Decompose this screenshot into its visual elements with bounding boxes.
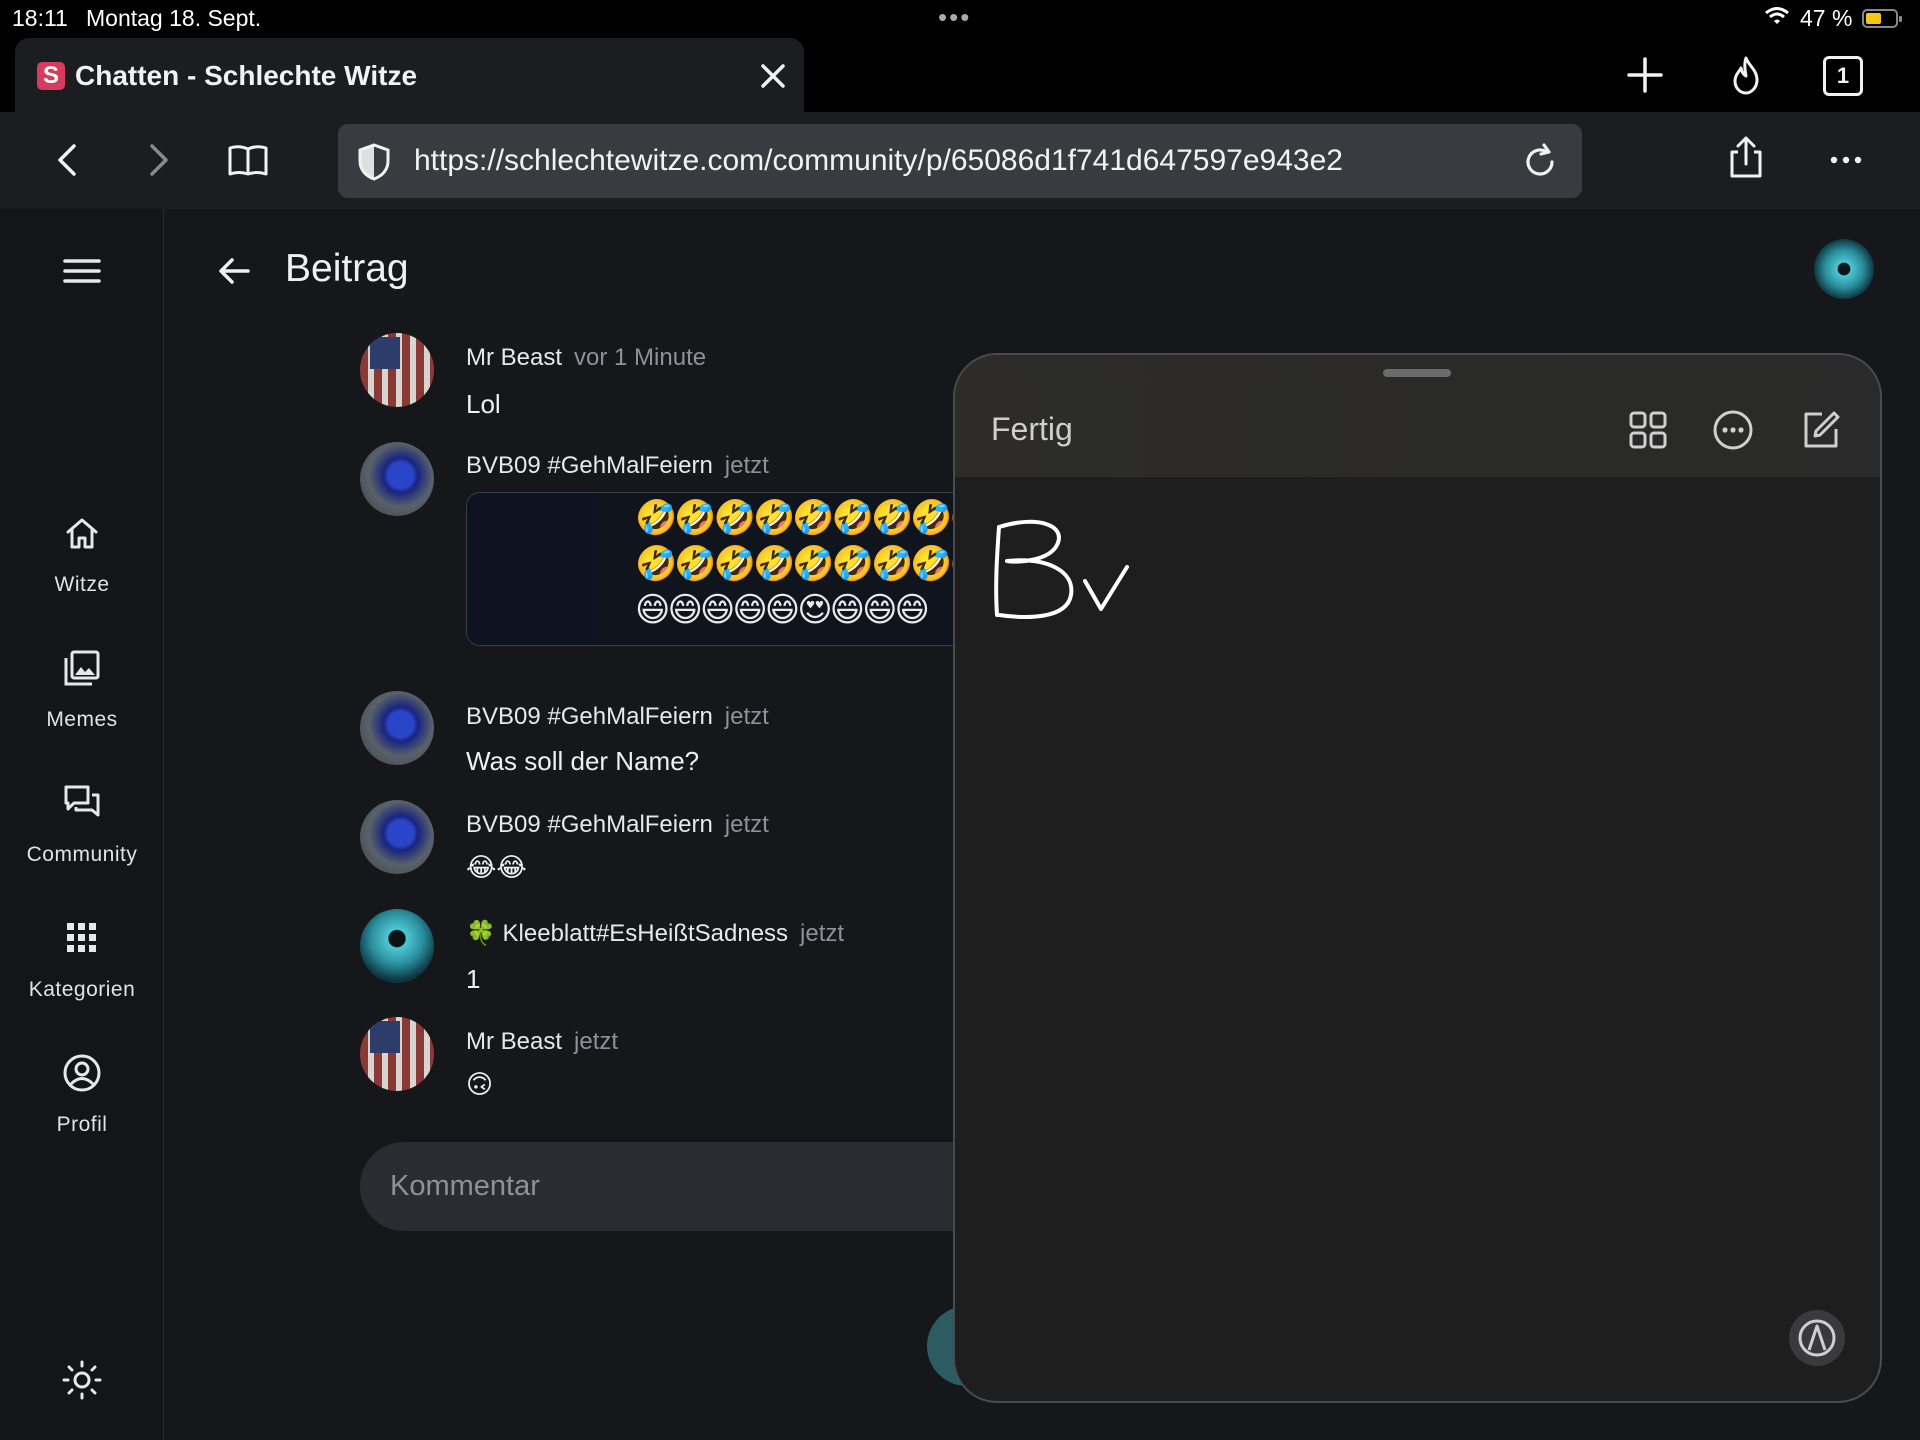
emoji-image-content: 🤣🤣🤣🤣🤣🤣🤣🤣🤣 🤣🤣🤣🤣🤣🤣🤣🤣🤣 😄😄😄😄😄😍😄😄😄 — [635, 495, 986, 633]
tab-strip: S Chatten - Schlechte Witze 1 — [0, 36, 1920, 114]
menu-icon[interactable] — [60, 253, 104, 289]
battery-percent: 47 % — [1800, 5, 1853, 31]
status-bar: 18:11 Montag 18. Sept. ••• 47 % — [0, 0, 1920, 36]
sidebar-item-profil[interactable]: Profil — [0, 1051, 164, 1161]
comment-input[interactable]: Kommentar — [360, 1142, 1000, 1231]
wifi-icon — [1765, 7, 1789, 24]
multitasking-dots[interactable]: ••• — [938, 2, 971, 33]
home-icon — [66, 518, 98, 549]
bookmarks-icon[interactable] — [224, 136, 272, 184]
comment-author[interactable]: 🍀 Kleeblatt#EsHeißtSadness — [466, 920, 788, 947]
comment-text: Was soll der Name? — [466, 746, 700, 776]
comment-image[interactable]: 🤣🤣🤣🤣🤣🤣🤣🤣🤣 🤣🤣🤣🤣🤣🤣🤣🤣🤣 😄😄😄😄😄😍😄😄😄 — [466, 492, 986, 646]
pen-tip-icon — [1798, 1319, 1836, 1357]
comment-time: jetzt — [724, 703, 769, 730]
comment-text: 😂😂 — [466, 852, 527, 882]
address-bar[interactable]: https://schlechtewitze.com/community/p/6… — [338, 124, 1582, 198]
avatar[interactable] — [360, 909, 434, 983]
url-text: https://schlechtewitze.com/community/p/6… — [414, 144, 1343, 177]
comment-text: 1 — [466, 964, 481, 994]
quick-note-toolbar: Fertig — [955, 355, 1880, 477]
sidebar-item-label: Kategorien — [28, 978, 136, 1001]
avatar[interactable] — [360, 800, 434, 874]
browser-toolbar: https://schlechtewitze.com/community/p/6… — [0, 112, 1920, 209]
comment-time: jetzt — [800, 920, 845, 947]
handwriting-canvas — [994, 519, 1129, 619]
forward-icon[interactable] — [134, 136, 182, 184]
comment-text: 🙃 — [466, 1069, 494, 1099]
comment-time: jetzt — [724, 811, 769, 838]
profile-icon — [63, 1054, 101, 1092]
status-time: 18:11 — [12, 5, 68, 31]
comment-time: jetzt — [574, 1028, 619, 1055]
share-icon[interactable] — [1722, 134, 1770, 182]
chat-icon — [64, 785, 100, 817]
emoji-row: 😄😄😄😄😄😍😄😄😄 — [635, 591, 930, 629]
battery-icon — [1862, 9, 1902, 28]
sidebar-item-label: Community — [26, 843, 138, 866]
page-title: Beitrag — [285, 247, 409, 290]
avatar[interactable] — [360, 442, 434, 516]
comment-time: vor 1 Minute — [574, 344, 707, 371]
sidebar-item-label: Profil — [56, 1113, 108, 1136]
more-options-icon[interactable] — [1710, 407, 1756, 453]
markup-pen-button[interactable] — [1789, 1310, 1845, 1366]
emoji-row: 🤣🤣🤣🤣🤣🤣🤣🤣🤣 — [635, 545, 986, 583]
browser-tab-active[interactable]: S Chatten - Schlechte Witze — [15, 38, 804, 114]
tab-title: Chatten - Schlechte Witze — [75, 60, 418, 91]
sidebar-item-label: Memes — [46, 708, 118, 731]
more-icon[interactable] — [1822, 136, 1870, 184]
site-favicon: S — [37, 62, 65, 90]
comment-author[interactable]: BVB09 #GehMalFeiern — [466, 452, 713, 479]
status-date: Montag 18. Sept. — [86, 5, 262, 31]
comment-author[interactable]: BVB09 #GehMalFeiern — [466, 811, 713, 838]
close-tab-icon[interactable] — [753, 56, 793, 96]
comment-author[interactable]: BVB09 #GehMalFeiern — [466, 703, 713, 730]
quick-note-panel[interactable]: Fertig — [953, 353, 1882, 1403]
sidebar-item-witze[interactable]: Witze — [0, 511, 164, 621]
compose-icon[interactable] — [1798, 407, 1844, 453]
drag-handle[interactable] — [1383, 369, 1451, 377]
sidebar-item-memes[interactable]: Memes — [0, 646, 164, 756]
comment-author[interactable]: Mr Beast — [466, 344, 562, 371]
comment-time: jetzt — [724, 452, 769, 479]
sidebar-item-kategorien[interactable]: Kategorien — [0, 916, 164, 1026]
back-icon[interactable] — [44, 136, 92, 184]
avatar[interactable] — [360, 691, 434, 765]
comment-text: Lol — [466, 389, 501, 419]
back-arrow-icon[interactable] — [212, 249, 256, 293]
user-avatar[interactable] — [1814, 239, 1874, 299]
reload-icon[interactable] — [1518, 140, 1562, 184]
gallery-icon — [64, 650, 100, 686]
avatar[interactable] — [360, 333, 434, 407]
gallery-view-icon[interactable] — [1625, 407, 1671, 453]
grid-icon — [67, 923, 96, 952]
fire-icon[interactable] — [1723, 52, 1769, 98]
done-button[interactable]: Fertig — [991, 411, 1073, 448]
new-tab-icon[interactable] — [1622, 52, 1668, 98]
sidebar: Witze Memes Community Kategorien Profil — [0, 209, 164, 1440]
sidebar-item-community[interactable]: Community — [0, 781, 164, 891]
avatar[interactable] — [360, 1017, 434, 1091]
shield-icon — [358, 143, 390, 181]
tab-count-button[interactable]: 1 — [1823, 56, 1863, 96]
emoji-row: 🤣🤣🤣🤣🤣🤣🤣🤣🤣 — [635, 499, 986, 537]
comment-author[interactable]: Mr Beast — [466, 1028, 562, 1055]
sidebar-item-label: Witze — [54, 573, 110, 596]
comment-placeholder: Kommentar — [390, 1170, 540, 1202]
theme-toggle-icon[interactable] — [60, 1358, 104, 1402]
